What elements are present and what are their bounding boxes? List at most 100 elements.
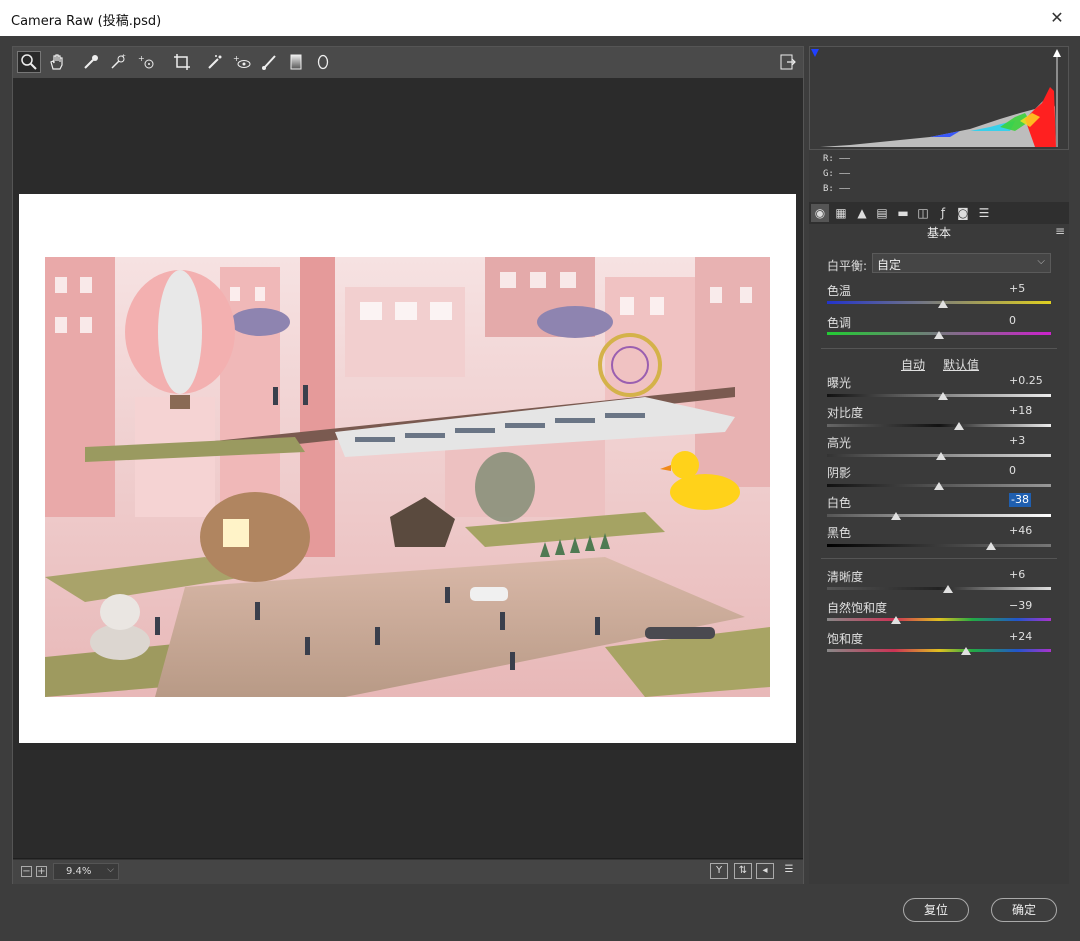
white-balance-select[interactable]: 自定 ⌵ [872,253,1051,273]
preview-panel: + + + − + 9.4% ⌵ Y ⇅ ◂ ☰ [12,46,804,884]
histogram [809,46,1069,150]
highlights-label: 高光 [827,436,852,450]
saturation-label: 饱和度 [827,632,864,646]
tab-presets-icon[interactable]: ☰ [975,204,993,222]
vibrance-slider-thumb[interactable] [891,616,902,624]
tool-bar: + + + [13,47,803,78]
open-preferences-icon[interactable] [776,51,800,73]
highlight-clipping-icon [1053,49,1061,57]
divider [821,558,1057,559]
window-title: Camera Raw (投稿.psd) [11,14,162,29]
contrast-label: 对比度 [827,406,864,420]
clarity-slider-track[interactable] [827,587,1051,590]
radial-filter-icon[interactable] [311,51,335,73]
default-button[interactable]: 默认值 [943,356,979,373]
reset-button[interactable]: 复位 [903,898,969,922]
contrast-slider-thumb[interactable] [954,422,965,430]
section-title: 基本 [926,226,951,240]
zoom-icon[interactable] [17,51,41,73]
status-bar: − + 9.4% ⌵ Y ⇅ ◂ ☰ [13,859,803,884]
saturation-slider-track[interactable] [827,649,1051,652]
red-eye-icon[interactable]: + [230,51,254,73]
tab-tone-curve-icon[interactable]: ▦ [832,204,850,222]
graduated-filter-icon[interactable] [284,51,308,73]
blacks-value[interactable]: +46 [1009,524,1051,538]
settings-panel: R: —— G: —— B: —— ◉ ▦ ▲ ▤ ▬ ◫ ƒ ◙ ☰ 基本 ≡… [809,46,1069,884]
chevron-down-icon: ⌵ [107,865,114,875]
adjustment-brush-icon[interactable] [257,51,281,73]
exposure-slider-thumb[interactable] [938,392,949,400]
saturation-value[interactable]: +24 [1009,630,1051,644]
zoom-in-button[interactable]: + [36,866,47,877]
tab-split-toning-icon[interactable]: ▬ [894,204,912,222]
before-after-icon[interactable]: Y [710,863,728,879]
highlights-value[interactable]: +3 [1009,434,1051,448]
shadow-clipping-icon [811,49,819,57]
saturation-slider-thumb[interactable] [960,647,971,655]
clarity-value[interactable]: +6 [1009,568,1051,582]
shadows-label: 阴影 [827,466,852,480]
whites-slider-track[interactable] [827,514,1051,517]
copy-settings-icon[interactable]: ◂ [756,863,774,879]
contrast-value[interactable]: +18 [1009,404,1051,418]
blacks-slider-thumb[interactable] [985,542,996,550]
rgb-readout: R: —— G: —— B: —— [809,150,1069,202]
crop-icon[interactable] [170,51,194,73]
clarity-slider-thumb[interactable] [942,585,953,593]
auto-button[interactable]: 自动 [901,356,925,373]
clarity-label: 清晰度 [827,570,864,584]
tab-hsl-icon[interactable]: ▤ [873,204,891,222]
vibrance-slider-track[interactable] [827,618,1051,621]
tint-value[interactable]: 0 [1009,314,1051,328]
shadows-value[interactable]: 0 [1009,464,1051,478]
shadows-slider-thumb[interactable] [934,482,944,490]
tab-lens-icon[interactable]: ◫ [914,204,932,222]
zoom-out-button[interactable]: − [21,866,32,877]
white-balance-icon[interactable] [79,51,103,73]
zoom-level-value: 9.4% [66,866,92,877]
divider [821,348,1057,349]
temp-label: 色温 [827,284,852,298]
target-adjust-icon[interactable]: + [134,51,158,73]
spot-removal-icon[interactable] [203,51,227,73]
exposure-label: 曝光 [827,376,852,390]
tint-label: 色调 [827,316,852,330]
highlights-slider-thumb[interactable] [936,452,947,460]
histogram-graph [811,49,1061,147]
tab-basic-icon[interactable]: ◉ [811,204,829,222]
vibrance-label: 自然饱和度 [827,601,888,615]
temp-value[interactable]: +5 [1009,282,1051,296]
exposure-value[interactable]: +0.25 [1009,374,1051,388]
preview-image [45,257,770,697]
tab-camera-calibration-icon[interactable]: ◙ [954,204,972,222]
document-page [19,194,796,743]
color-sampler-icon[interactable]: + [106,51,130,73]
blacks-label: 黑色 [827,526,852,540]
tab-detail-icon[interactable]: ▲ [853,204,871,222]
tab-effects-icon[interactable]: ƒ [934,204,952,222]
temp-slider-thumb[interactable] [938,300,949,308]
svg-text:+: + [138,54,145,63]
panel-menu-icon[interactable]: ≡ [1055,224,1065,238]
ok-button[interactable]: 确定 [991,898,1057,922]
panel-tabs: ◉ ▦ ▲ ▤ ▬ ◫ ƒ ◙ ☰ [809,202,1069,224]
zoom-level-select[interactable]: 9.4% ⌵ [53,863,119,880]
toggle-settings-icon[interactable]: ☰ [780,863,798,879]
readout-b: B: —— [823,184,851,194]
image-canvas[interactable] [13,78,803,858]
whites-value[interactable]: -38 [1009,493,1031,507]
blacks-slider-track[interactable] [827,544,1051,547]
contrast-slider-track[interactable] [827,424,1051,427]
title-bar: Camera Raw (投稿.psd) ✕ [0,0,1080,37]
whites-slider-thumb[interactable] [891,512,902,520]
whites-label: 白色 [827,496,852,510]
readout-r: R: —— [823,154,851,164]
vibrance-value[interactable]: −39 [1009,599,1051,613]
svg-text:+: + [121,53,126,60]
svg-text:+: + [233,54,240,63]
swap-settings-icon[interactable]: ⇅ [734,863,752,879]
tint-slider-thumb[interactable] [934,331,944,339]
close-icon[interactable]: ✕ [1034,0,1080,36]
chevron-down-icon: ⌵ [1037,256,1045,267]
hand-icon[interactable] [45,51,69,73]
